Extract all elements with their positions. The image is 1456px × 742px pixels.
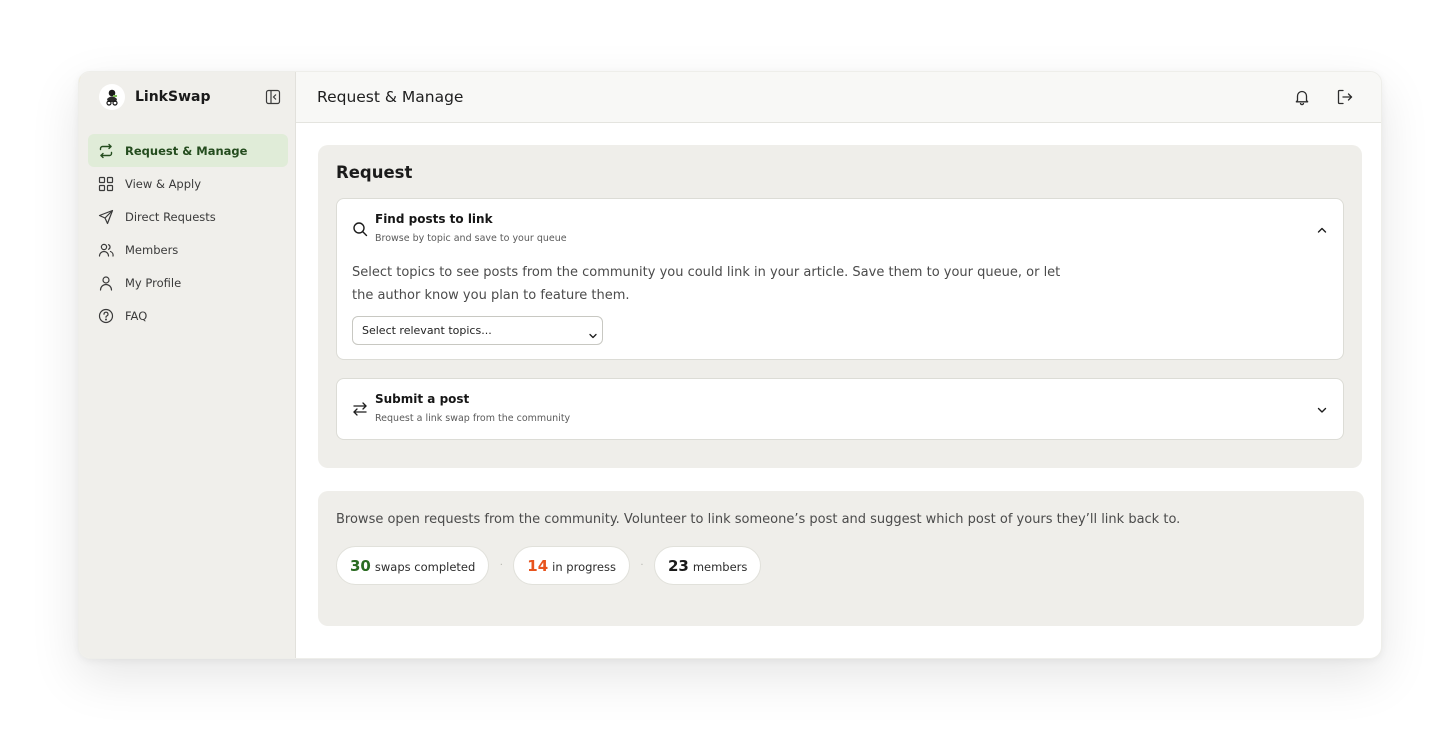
app-window: LinkSwap Request & Manage View & Apply D… xyxy=(78,71,1382,659)
stat-value: 30 xyxy=(350,556,371,575)
find-posts-card: Find posts to link Browse by topic and s… xyxy=(336,198,1344,360)
stat-members: 23 members xyxy=(653,546,762,585)
stat-label: in progress xyxy=(552,559,616,574)
sidebar-item-view-apply[interactable]: View & Apply xyxy=(88,167,288,200)
sidebar-item-label: My Profile xyxy=(125,275,182,290)
sidebar-item-my-profile[interactable]: My Profile xyxy=(88,266,288,299)
grid-icon xyxy=(98,176,114,192)
sidebar-item-label: Direct Requests xyxy=(125,209,216,224)
app-name: LinkSwap xyxy=(135,89,211,105)
request-panel: Request Find posts to link Browse by top… xyxy=(318,145,1362,468)
find-posts-subtitle: Browse by topic and save to your queue xyxy=(375,233,567,244)
submit-post-subtitle: Request a link swap from the community xyxy=(375,413,571,424)
find-posts-description: Select topics to see posts from the comm… xyxy=(352,265,1061,303)
stat-value: 14 xyxy=(527,556,549,575)
topic-select[interactable]: Select relevant topics... xyxy=(352,316,603,345)
stat-value: 23 xyxy=(667,556,689,575)
chevron-down-icon xyxy=(1315,402,1329,416)
bell-icon[interactable] xyxy=(1293,88,1311,106)
stat-in-progress: 14 in progress xyxy=(513,546,630,585)
sidebar-item-label: FAQ xyxy=(125,308,148,323)
sidebar-collapse-icon[interactable] xyxy=(265,89,281,105)
browse-description: Browse open requests from the community.… xyxy=(336,512,1181,527)
page-title: Request & Manage xyxy=(317,88,464,106)
submit-post-card: Submit a post Request a link swap from t… xyxy=(336,378,1344,440)
sidebar-item-members[interactable]: Members xyxy=(88,233,288,266)
stat-separator: · xyxy=(640,560,644,571)
stat-swaps-completed: 30 swaps completed xyxy=(336,546,490,585)
find-posts-title: Find posts to link xyxy=(375,212,493,226)
find-posts-header[interactable]: Find posts to link Browse by topic and s… xyxy=(337,199,1343,259)
sidebar-item-label: Members xyxy=(125,242,179,257)
users-icon xyxy=(98,242,114,258)
swap-arrows-icon xyxy=(98,143,114,159)
browse-panel: Browse open requests from the community.… xyxy=(318,491,1364,626)
logout-icon[interactable] xyxy=(1336,88,1354,106)
community-stats: 30 swaps completed · 14 in progress · 23… xyxy=(336,546,762,585)
send-icon xyxy=(98,209,114,225)
sidebar-item-direct-requests[interactable]: Direct Requests xyxy=(88,200,288,233)
sidebar-item-label: View & Apply xyxy=(125,176,202,191)
submit-post-header[interactable]: Submit a post Request a link swap from t… xyxy=(337,379,1343,439)
sidebar-item-faq[interactable]: FAQ xyxy=(88,299,288,332)
sidebar-item-request-manage[interactable]: Request & Manage xyxy=(88,134,288,167)
user-icon xyxy=(98,275,114,291)
chevron-up-icon xyxy=(1315,222,1329,236)
stat-label: members xyxy=(692,559,748,574)
transfer-arrows-icon xyxy=(352,401,368,417)
help-circle-icon xyxy=(98,308,114,324)
sidebar: LinkSwap Request & Manage View & Apply D… xyxy=(79,72,296,658)
linkswap-logo-icon xyxy=(99,84,125,110)
submit-post-title: Submit a post xyxy=(375,392,470,406)
brand[interactable]: LinkSwap xyxy=(99,84,210,110)
stat-label: swaps completed xyxy=(374,559,476,574)
top-bar: Request & Manage xyxy=(296,72,1381,123)
search-icon xyxy=(352,221,368,237)
stat-separator: · xyxy=(499,560,503,571)
sidebar-nav: Request & Manage View & Apply Direct Req… xyxy=(88,134,288,332)
sidebar-item-label: Request & Manage xyxy=(125,143,248,158)
request-section-title: Request xyxy=(336,163,413,182)
